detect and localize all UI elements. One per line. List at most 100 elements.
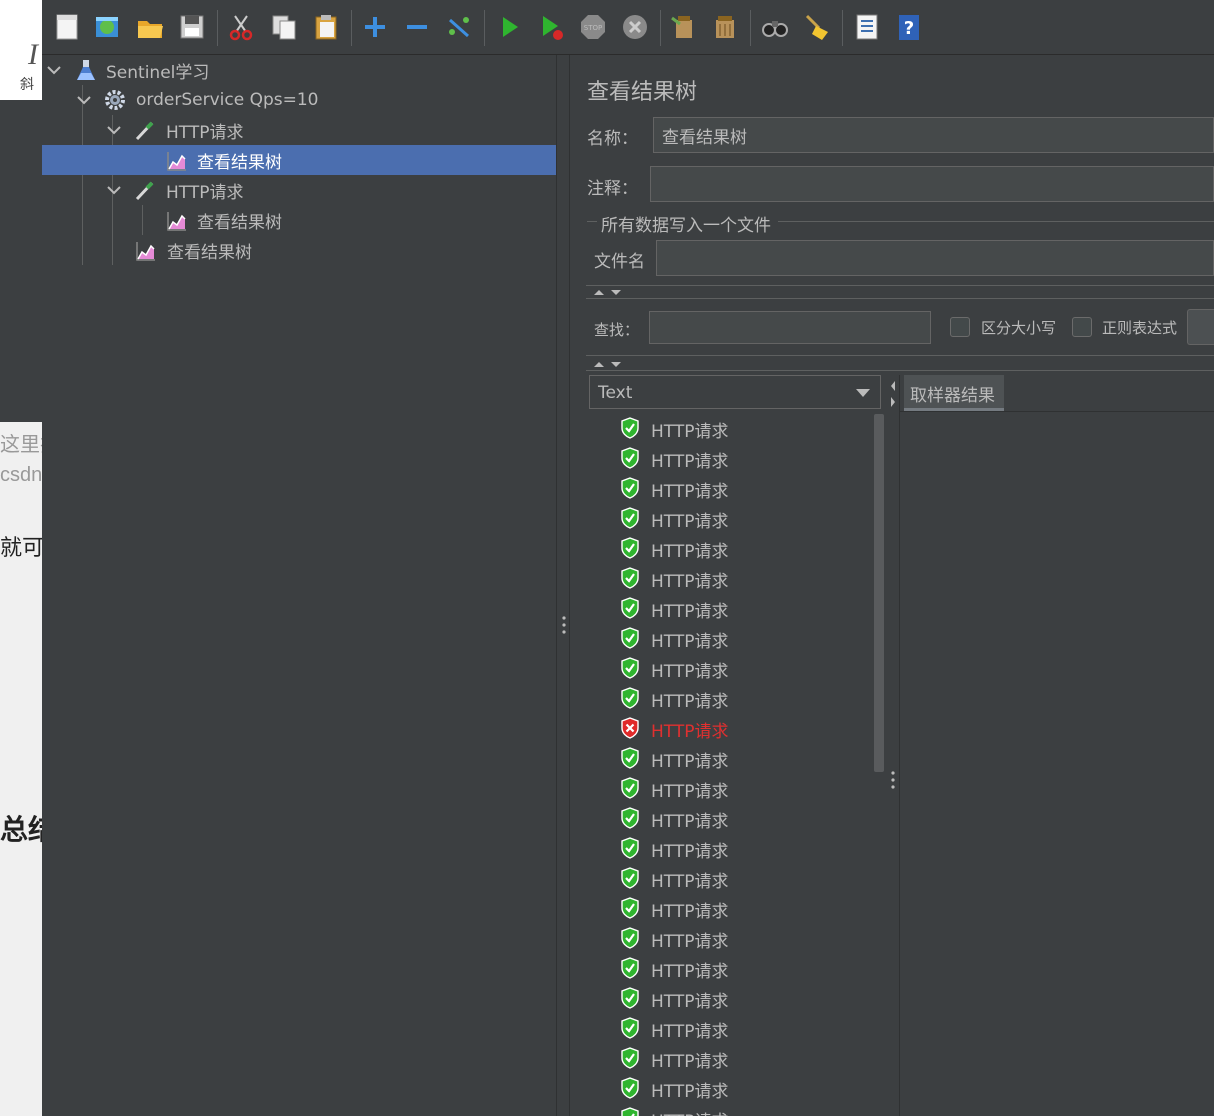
copy-icon[interactable] xyxy=(267,8,301,46)
success-shield-icon xyxy=(621,897,639,919)
filename-field[interactable] xyxy=(656,240,1214,276)
result-list-item[interactable]: HTTP请求 xyxy=(589,713,871,743)
result-list-item[interactable]: HTTP请求 xyxy=(589,443,871,473)
result-list-item[interactable]: HTTP请求 xyxy=(589,533,871,563)
scrollbar-thumb[interactable] xyxy=(874,414,884,772)
new-icon[interactable] xyxy=(50,8,84,46)
collapse-toggle-icon[interactable] xyxy=(592,287,624,297)
reset-search-icon[interactable] xyxy=(800,8,834,46)
pipette-icon xyxy=(135,121,154,141)
splitter-grip-icon xyxy=(891,771,895,789)
search-label: 查找： xyxy=(594,321,640,339)
name-field[interactable] xyxy=(653,117,1214,153)
chevron-down-icon[interactable] xyxy=(76,92,92,108)
search-icon[interactable] xyxy=(758,8,792,46)
clear-icon[interactable] xyxy=(666,8,700,46)
pane-splitter[interactable] xyxy=(556,55,570,1116)
chevron-down-icon[interactable] xyxy=(106,122,122,138)
tree-item-result-tree[interactable]: 查看结果树 xyxy=(42,235,556,265)
result-list-item[interactable]: HTTP请求 xyxy=(589,563,871,593)
result-list-item-label: HTTP请求 xyxy=(651,452,729,472)
result-list-item[interactable]: HTTP请求 xyxy=(589,623,871,653)
tree-item-label: HTTP请求 xyxy=(166,122,244,143)
shutdown-icon[interactable] xyxy=(618,8,652,46)
result-list-item[interactable]: HTTP请求 xyxy=(589,923,871,953)
result-list-item[interactable]: HTTP请求 xyxy=(589,653,871,683)
tree-item-result-tree[interactable]: 查看结果树 xyxy=(42,145,556,175)
result-list-item-label: HTTP请求 xyxy=(651,1052,729,1072)
result-list-item[interactable]: HTTP请求 xyxy=(589,473,871,503)
toggle-icon[interactable] xyxy=(442,8,476,46)
success-shield-icon xyxy=(621,1107,639,1116)
result-list-item-label: HTTP请求 xyxy=(651,872,729,892)
result-list-scrollbar[interactable] xyxy=(872,412,886,1116)
start-icon[interactable] xyxy=(492,8,526,46)
result-list-item[interactable]: HTTP请求 xyxy=(589,773,871,803)
result-list-item[interactable]: HTTP请求 xyxy=(589,503,871,533)
svg-text:?: ? xyxy=(904,18,914,39)
flask-icon xyxy=(77,60,95,80)
success-shield-icon xyxy=(621,987,639,1009)
result-list-item-label: HTTP请求 xyxy=(651,842,729,862)
chevron-down-icon[interactable] xyxy=(46,62,62,78)
result-list-item[interactable]: HTTP请求 xyxy=(589,1013,871,1043)
success-shield-icon xyxy=(621,777,639,799)
result-list-item-label: HTTP请求 xyxy=(651,992,729,1012)
collapse-icon[interactable] xyxy=(400,8,434,46)
result-list-item[interactable]: HTTP请求 xyxy=(589,863,871,893)
background-page: I 斜 这里插 csdn 就可 总结 xyxy=(0,0,42,1116)
search-button[interactable] xyxy=(1187,309,1214,345)
tree-item-label: Sentinel学习 xyxy=(106,62,210,83)
result-list-item[interactable]: HTTP请求 xyxy=(589,893,871,923)
name-label: 名称： xyxy=(587,129,638,149)
tree-item-http-request[interactable]: HTTP请求 xyxy=(42,175,556,205)
result-list-item-label: HTTP请求 xyxy=(651,662,729,682)
regex-checkbox[interactable] xyxy=(1072,317,1092,337)
splitter-arrows-icon[interactable] xyxy=(889,377,897,411)
result-list-item[interactable]: HTTP请求 xyxy=(589,413,871,443)
background-heading-fragment: 总结 xyxy=(0,814,42,845)
function-helper-icon[interactable] xyxy=(850,8,884,46)
case-sensitive-checkbox[interactable] xyxy=(950,317,970,337)
tree-item-result-tree[interactable]: 查看结果树 xyxy=(42,205,556,235)
tree-item-test-plan[interactable]: Sentinel学习 xyxy=(42,55,556,85)
result-list-item[interactable]: HTTP请求 xyxy=(589,953,871,983)
start-no-pause-icon[interactable] xyxy=(534,8,568,46)
result-list-item[interactable]: HTTP请求 xyxy=(589,683,871,713)
result-list-item-label: HTTP请求 xyxy=(651,482,729,502)
toolbar: STOP ? xyxy=(42,0,1214,55)
open-icon[interactable] xyxy=(133,8,167,46)
result-list-item-label: HTTP请求 xyxy=(651,812,729,832)
collapse-toggle-icon[interactable] xyxy=(592,359,624,369)
save-icon[interactable] xyxy=(175,8,209,46)
expand-icon[interactable] xyxy=(358,8,392,46)
cut-icon[interactable] xyxy=(224,8,258,46)
sampler-detail-area xyxy=(900,411,1214,1116)
stop-icon[interactable]: STOP xyxy=(576,8,610,46)
result-list-item[interactable]: HTTP请求 xyxy=(589,1073,871,1103)
clear-all-icon[interactable] xyxy=(708,8,742,46)
result-splitter[interactable] xyxy=(886,375,900,1116)
renderer-select[interactable]: Text xyxy=(589,375,881,409)
background-dark-area xyxy=(0,100,42,422)
background-italic-glyph: I xyxy=(28,38,38,71)
success-shield-icon xyxy=(621,1077,639,1099)
help-icon[interactable]: ? xyxy=(892,8,926,46)
tree-item-thread-group[interactable]: orderService Qps=10 xyxy=(42,85,556,115)
result-list-item[interactable]: HTTP请求 xyxy=(589,803,871,833)
graph-icon xyxy=(167,212,186,231)
result-list-item[interactable]: HTTP请求 xyxy=(589,1043,871,1073)
templates-icon[interactable] xyxy=(90,8,124,46)
result-list-item[interactable]: HTTP请求 xyxy=(589,983,871,1013)
paste-icon[interactable] xyxy=(309,8,343,46)
tree-item-http-request[interactable]: HTTP请求 xyxy=(42,115,556,145)
result-list-item[interactable]: HTTP请求 xyxy=(589,833,871,863)
result-list-item[interactable]: HTTP请求 xyxy=(589,1103,871,1116)
result-list-item[interactable]: HTTP请求 xyxy=(589,743,871,773)
chevron-down-icon[interactable] xyxy=(106,182,122,198)
tab-sampler-result[interactable]: 取样器结果 xyxy=(904,375,1004,411)
comment-field[interactable] xyxy=(650,166,1214,202)
search-input[interactable] xyxy=(649,311,931,344)
result-list-item[interactable]: HTTP请求 xyxy=(589,593,871,623)
success-shield-icon xyxy=(621,927,639,949)
